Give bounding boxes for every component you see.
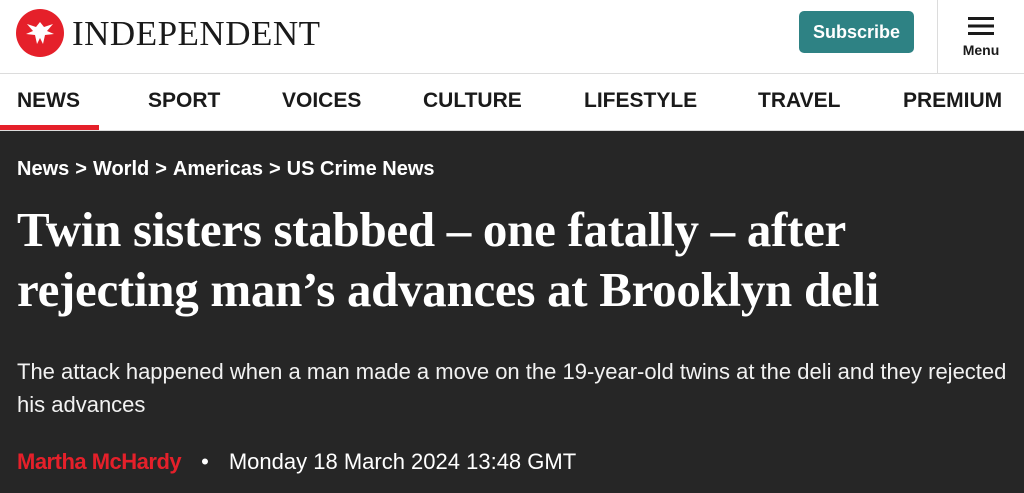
eagle-icon bbox=[16, 9, 64, 57]
publish-date: Monday 18 March 2024 13:48 GMT bbox=[228, 449, 577, 474]
breadcrumb-separator: > bbox=[155, 158, 167, 180]
article-standfirst: The attack happened when a man made a mo… bbox=[17, 359, 1007, 417]
article-header: News > World > Americas > US Crime News Twin s… bbox=[0, 131, 1024, 493]
byline: Martha McHardy • Monday 18 March 2024 13… bbox=[17, 449, 576, 475]
breadcrumb-separator: > bbox=[75, 158, 87, 180]
menu-button[interactable]: Menu bbox=[937, 0, 1024, 73]
site-logo[interactable]: INDEPENDENT bbox=[16, 9, 321, 57]
nav-item-culture[interactable]: CULTURE bbox=[423, 74, 522, 130]
menu-label: Menu bbox=[962, 41, 1000, 58]
logo-wordmark: INDEPENDENT bbox=[72, 13, 321, 53]
breadcrumb-news[interactable]: News bbox=[17, 158, 69, 180]
author-link[interactable]: Martha McHardy bbox=[17, 449, 182, 475]
section-nav: NEWS SPORT VOICES CULTURE LIFESTYLE TRAV… bbox=[0, 74, 1024, 131]
breadcrumb-americas[interactable]: Americas bbox=[173, 158, 263, 180]
breadcrumb: News > World > Americas > US Crime News bbox=[17, 158, 435, 181]
nav-item-voices[interactable]: VOICES bbox=[282, 74, 361, 130]
byline-separator: • bbox=[201, 449, 209, 474]
breadcrumb-separator: > bbox=[268, 158, 281, 180]
nav-item-sport[interactable]: SPORT bbox=[148, 74, 220, 130]
site-header: INDEPENDENT Subscribe Menu bbox=[0, 0, 1024, 74]
nav-item-premium[interactable]: PREMIUM bbox=[903, 74, 1002, 130]
article-headline: Twin sisters stabbed – one fatally – aft… bbox=[17, 202, 879, 317]
breadcrumb-world[interactable]: World bbox=[93, 158, 149, 180]
nav-item-lifestyle[interactable]: LIFESTYLE bbox=[584, 74, 697, 130]
hamburger-icon bbox=[968, 16, 994, 35]
subscribe-button[interactable]: Subscribe bbox=[799, 11, 914, 53]
nav-item-news[interactable]: NEWS bbox=[0, 74, 99, 130]
nav-item-travel[interactable]: TRAVEL bbox=[758, 74, 840, 130]
breadcrumb-us-crime-news[interactable]: US Crime News bbox=[287, 158, 435, 180]
